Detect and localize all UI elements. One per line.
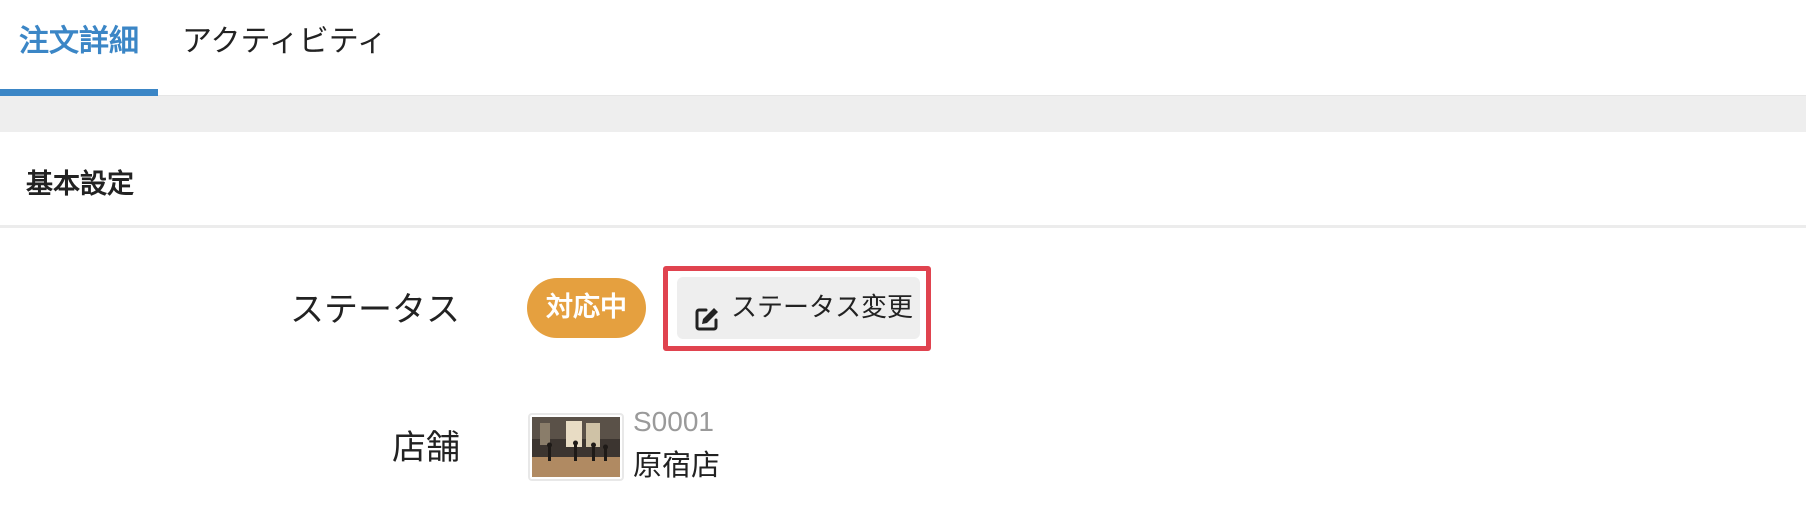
section-separator (0, 96, 1806, 132)
edit-icon (693, 294, 721, 331)
status-label: ステータス (290, 290, 460, 330)
store-label: 店舗 (392, 428, 460, 468)
section-title: 基本設定 (26, 169, 134, 200)
store-name: 原宿店 (633, 448, 721, 482)
store-thumbnail (528, 413, 624, 481)
section-header: 基本設定 (0, 132, 1806, 228)
store-code: S0001 (633, 406, 714, 437)
tab-bar: 注文詳細 アクティビティ (0, 0, 1806, 96)
tab-order-details[interactable]: 注文詳細 (0, 0, 158, 96)
status-badge: 対応中 (527, 278, 646, 338)
change-status-button[interactable]: ステータス変更 (677, 277, 920, 339)
tab-activity[interactable]: アクティビティ (182, 0, 387, 96)
change-status-label: ステータス変更 (731, 293, 914, 323)
